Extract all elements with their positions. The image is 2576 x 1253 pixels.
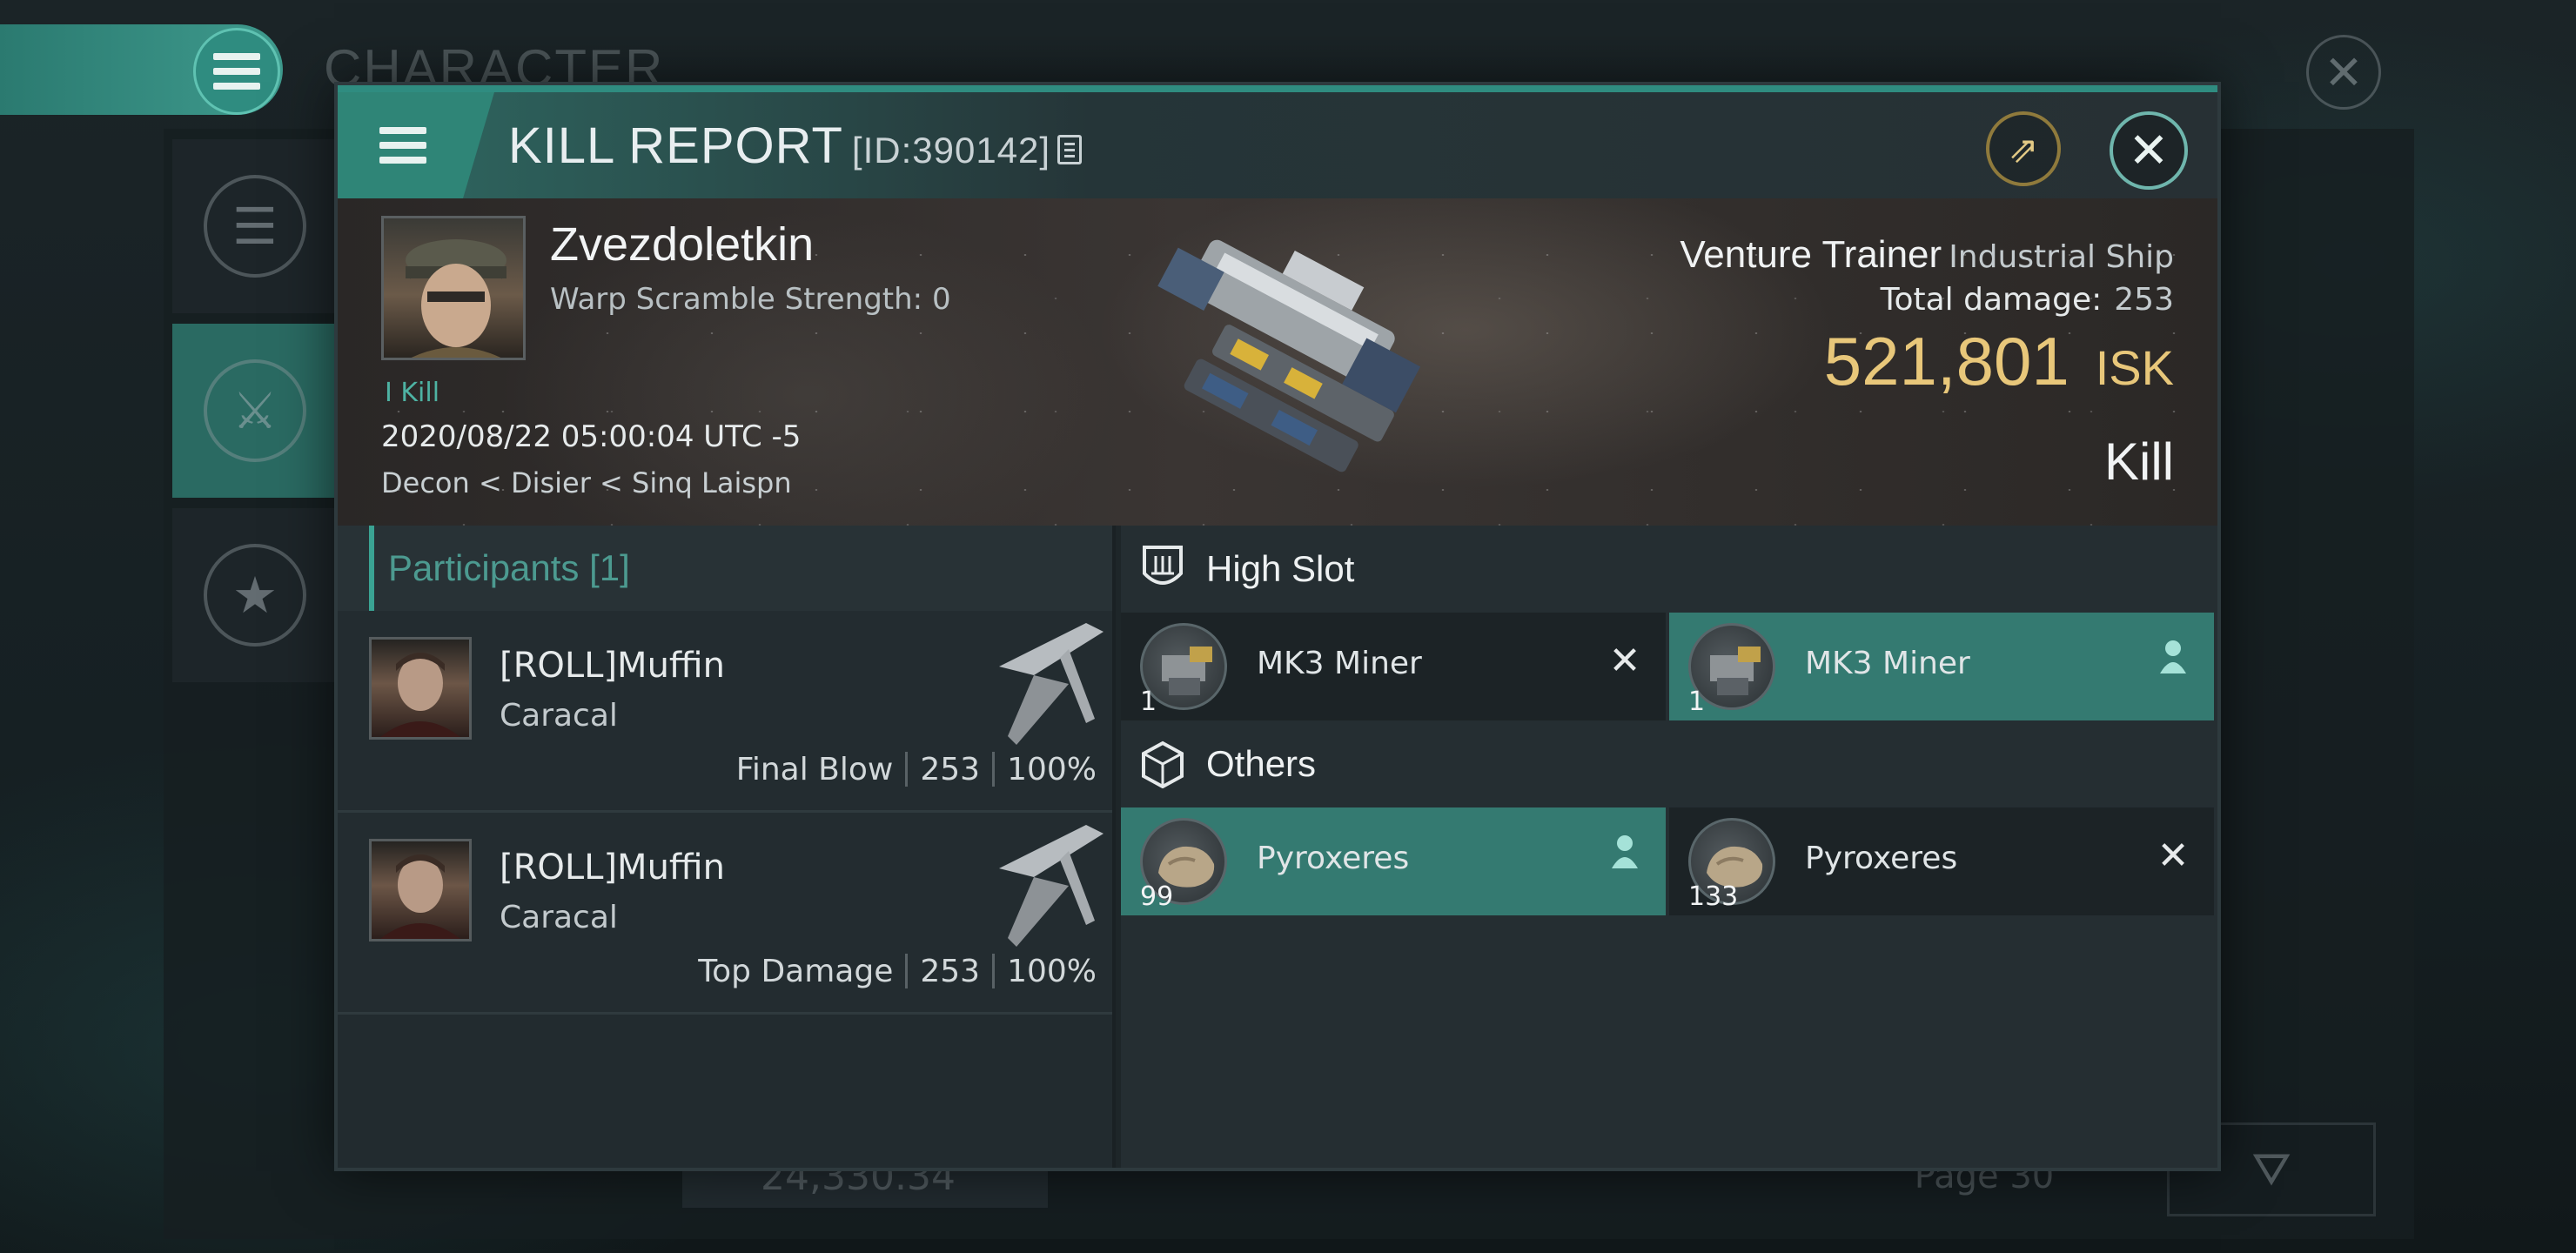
participant-stats: Top Damage 253 100% (698, 954, 1097, 989)
isk-unit: ISK (2095, 340, 2174, 395)
modal-header: KILL REPORT [ID:390142] ⇗ ✕ (338, 85, 2217, 198)
modal-title-text: KILL REPORT (508, 117, 843, 174)
crossed-swords-icon: ⚔ (204, 359, 306, 462)
participants-panel: Participants [1] [ROLL]Muffin Caracal Fi… (338, 526, 1116, 1168)
participant-avatar[interactable] (369, 637, 472, 740)
modal-title: KILL REPORT [ID:390142] (508, 117, 1083, 175)
kill-banner: Zvezdoletkin Warp Scramble Strength: 0 I… (338, 198, 2217, 526)
isk-value: 521,801 (1823, 323, 2070, 399)
warp-scramble-strength: Warp Scramble Strength: 0 (550, 282, 951, 317)
participants-header: Participants [1] (369, 526, 630, 611)
hamburger-icon (379, 127, 426, 164)
item-name: Pyroxeres (1805, 841, 1958, 876)
slot-item[interactable]: 133 Pyroxeres ✕ (1669, 807, 2214, 915)
kill-datetime: 2020/08/22 05:00:04 UTC -5 (381, 419, 802, 454)
participant-role: Top Damage (698, 954, 894, 989)
participant-damage: 253 (920, 954, 981, 989)
victim-avatar[interactable] (381, 216, 526, 360)
participant-avatar[interactable] (369, 839, 472, 941)
participant-ship-image (999, 623, 1104, 745)
list-icon: ☰ (204, 175, 306, 278)
slot-item[interactable]: 99 Pyroxeres (1121, 807, 1666, 915)
kill-location[interactable]: Decon < Disier < Sinq Laispn (381, 466, 792, 499)
participant-percent: 100% (1007, 752, 1097, 787)
kill-report-modal: KILL REPORT [ID:390142] ⇗ ✕ Zvezdoletkin … (334, 82, 2221, 1171)
close-icon: ✕ (2157, 834, 2190, 878)
high-slot-items: 1 MK3 Miner ✕ 1 MK3 Miner (1121, 613, 2217, 720)
kill-result: Kill (2103, 432, 2174, 491)
participant-row[interactable]: [ROLL]Muffin Caracal Top Damage 253 100% (338, 813, 1112, 1015)
close-button[interactable]: ✕ (2110, 111, 2188, 190)
slot-item[interactable]: 1 MK3 Miner ✕ (1121, 613, 1666, 720)
ship-name-row: Venture Trainer Industrial Ship (1680, 233, 2174, 277)
others-header: Others (1121, 720, 2217, 807)
participant-row[interactable]: [ROLL]Muffin Caracal Final Blow 253 100% (338, 611, 1112, 813)
slot-item[interactable]: 1 MK3 Miner (1669, 613, 2214, 720)
hamburger-icon (213, 53, 260, 90)
victim-ship-image[interactable] (1086, 207, 1486, 512)
side-tab-medals[interactable]: ★ (172, 508, 338, 682)
total-damage-label: Total damage: (1880, 282, 2103, 318)
fitting-panel: High Slot 1 MK3 Miner ✕ 1 MK3 Miner Othe… (1121, 526, 2217, 1168)
item-quantity: 99 (1140, 881, 1174, 912)
kill-count-tag: I Kill (385, 378, 440, 408)
participant-ship: Caracal (500, 900, 618, 935)
participants-header-bar: Participants [1] (338, 526, 1112, 611)
ship-class: Industrial Ship (1949, 239, 2174, 275)
side-tab-list[interactable]: ☰ (172, 139, 338, 313)
close-icon: ✕ (2128, 122, 2170, 179)
external-link-icon: ⇗ (2008, 127, 2039, 171)
background-close-button[interactable]: ✕ (2306, 35, 2381, 110)
high-slot-header: High Slot (1121, 526, 2217, 613)
high-slot-label: High Slot (1206, 548, 1355, 589)
modal-menu-button[interactable] (338, 92, 494, 198)
participant-name: [ROLL]Muffin (500, 646, 725, 686)
kill-report-id: [ID:390142] (851, 130, 1051, 171)
participant-role: Final Blow (735, 752, 894, 787)
others-label: Others (1206, 743, 1317, 784)
cargo-box-icon (1138, 738, 1187, 790)
high-slot-icon (1138, 543, 1187, 595)
item-name: Pyroxeres (1257, 841, 1410, 876)
person-icon (1603, 834, 1647, 878)
copy-icon[interactable] (1057, 135, 1083, 164)
share-button[interactable]: ⇗ (1986, 111, 2061, 186)
participant-stats: Final Blow 253 100% (736, 752, 1097, 787)
item-name: MK3 Miner (1257, 646, 1422, 681)
item-quantity: 1 (1688, 687, 1706, 717)
participant-ship-image (999, 825, 1104, 947)
item-quantity: 1 (1140, 687, 1157, 717)
ship-name[interactable]: Venture Trainer (1680, 233, 1942, 276)
person-icon (2151, 639, 2195, 683)
total-damage-value: 253 (2114, 282, 2174, 318)
total-damage: Total damage: 253 (1881, 282, 2174, 318)
filter-icon: ⛛ (2251, 1142, 2291, 1196)
star-icon: ★ (204, 544, 306, 647)
participant-damage: 253 (920, 752, 981, 787)
other-items: 99 Pyroxeres 133 Pyroxeres ✕ (1121, 807, 2217, 915)
participant-percent: 100% (1007, 954, 1097, 989)
participant-name: [ROLL]Muffin (500, 848, 725, 888)
main-menu-button[interactable] (193, 28, 280, 115)
victim-name[interactable]: Zvezdoletkin (550, 218, 814, 271)
side-tab-killmails[interactable]: ⚔ (172, 324, 338, 498)
participant-ship: Caracal (500, 698, 618, 734)
item-quantity: 133 (1688, 881, 1739, 912)
item-name: MK3 Miner (1805, 646, 1970, 681)
isk-value-row: 521,801 ISK (1824, 322, 2174, 401)
close-icon: ✕ (1608, 639, 1641, 683)
